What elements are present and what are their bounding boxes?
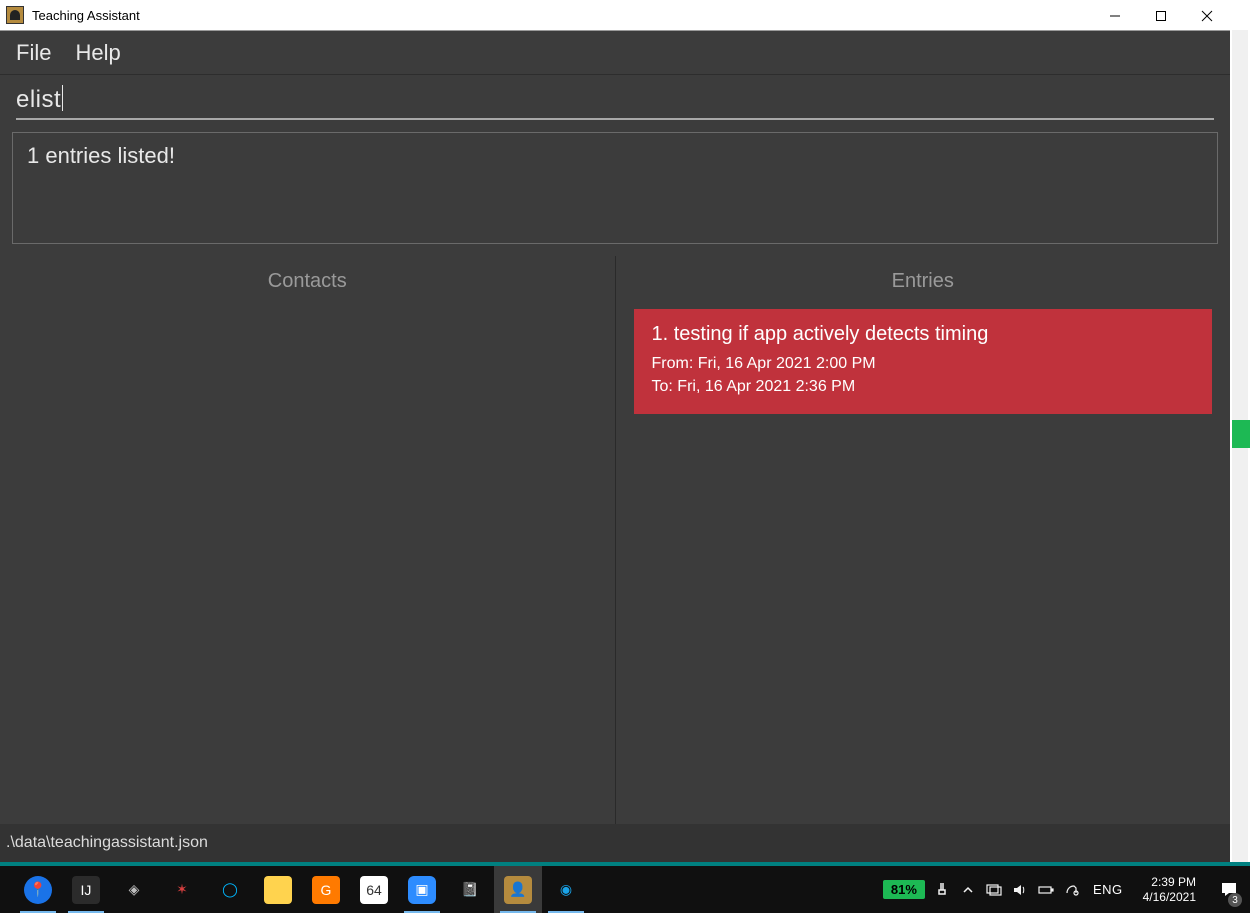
contacts-list[interactable] (0, 301, 615, 824)
app-icon (6, 6, 24, 24)
text-caret (62, 85, 63, 111)
volume-icon[interactable] (1011, 881, 1029, 899)
entries-header: Entries (616, 256, 1231, 301)
taskbar[interactable]: 📍 IJ ◈ ✶ ◯ G 64 ▣ 📓 👤 ◉ 81% ENG 2:39 PM … (0, 866, 1250, 913)
input-icon[interactable] (1063, 881, 1081, 899)
taskbar-app-12[interactable]: ◉ (542, 866, 590, 913)
entry-card[interactable]: 1. testing if app actively detects timin… (634, 309, 1213, 414)
background-window-edge (1230, 0, 1250, 862)
contacts-column: Contacts (0, 256, 616, 824)
tray-expand-icon[interactable] (959, 881, 977, 899)
taskbar-app-intellij[interactable]: IJ (62, 866, 110, 913)
entry-title: 1. testing if app actively detects timin… (652, 323, 1195, 346)
status-message: 1 entries listed! (27, 143, 1203, 169)
display-icon[interactable] (985, 881, 1003, 899)
app-window: Teaching Assistant File Help elist (0, 0, 1230, 862)
window-title: Teaching Assistant (32, 8, 1092, 23)
entries-column: Entries 1. testing if app actively detec… (616, 256, 1231, 824)
status-wrap: 1 entries listed! (0, 120, 1230, 256)
taskbar-app-3[interactable]: ◈ (110, 866, 158, 913)
entry-from: From: Fri, 16 Apr 2021 2:00 PM (652, 352, 1195, 375)
minimize-button[interactable] (1092, 0, 1138, 31)
close-button[interactable] (1184, 0, 1230, 31)
notifications-button[interactable]: 3 (1212, 866, 1246, 913)
command-input-value: elist (16, 86, 61, 113)
content-columns: Contacts Entries 1. testing if app activ… (0, 256, 1230, 824)
taskbar-app-notepad[interactable]: 📓 (446, 866, 494, 913)
taskbar-app-1[interactable]: 📍 (14, 866, 62, 913)
clock-date: 4/16/2021 (1143, 890, 1196, 905)
menu-file[interactable]: File (6, 34, 61, 72)
battery-icon[interactable] (1037, 881, 1055, 899)
desktop: Teaching Assistant File Help elist (0, 0, 1250, 913)
maximize-button[interactable] (1138, 0, 1184, 31)
taskbar-app-stickynotes[interactable] (254, 866, 302, 913)
menu-bar: File Help (0, 31, 1230, 75)
battery-indicator[interactable]: 81% (883, 880, 925, 899)
status-box: 1 entries listed! (12, 132, 1218, 244)
entries-list[interactable]: 1. testing if app actively detects timin… (616, 301, 1231, 824)
clock-time: 2:39 PM (1143, 875, 1196, 890)
taskbar-app-zoom[interactable]: ▣ (398, 866, 446, 913)
taskbar-apps: 📍 IJ ◈ ✶ ◯ G 64 ▣ 📓 👤 ◉ (0, 866, 590, 913)
clock[interactable]: 2:39 PM 4/16/2021 (1143, 875, 1196, 905)
taskbar-app-teaching-assistant[interactable]: 👤 (494, 866, 542, 913)
entry-to: To: Fri, 16 Apr 2021 2:36 PM (652, 375, 1195, 398)
status-bar: .\data\teachingassistant.json (0, 824, 1230, 862)
notifications-badge: 3 (1228, 893, 1242, 907)
taskbar-app-5[interactable]: ◯ (206, 866, 254, 913)
command-input[interactable]: elist (16, 85, 1214, 120)
command-row: elist (0, 75, 1230, 120)
contacts-header: Contacts (0, 256, 615, 301)
system-tray: 81% ENG 2:39 PM 4/16/2021 3 (883, 866, 1250, 913)
menu-help[interactable]: Help (65, 34, 130, 72)
title-bar[interactable]: Teaching Assistant (0, 0, 1230, 31)
language-indicator[interactable]: ENG (1093, 882, 1123, 897)
taskbar-app-foxit[interactable]: G (302, 866, 350, 913)
taskbar-app-4[interactable]: ✶ (158, 866, 206, 913)
taskbar-app-8[interactable]: 64 (350, 866, 398, 913)
window-controls (1092, 0, 1230, 30)
power-icon[interactable] (933, 881, 951, 899)
status-bar-path: .\data\teachingassistant.json (6, 834, 208, 852)
